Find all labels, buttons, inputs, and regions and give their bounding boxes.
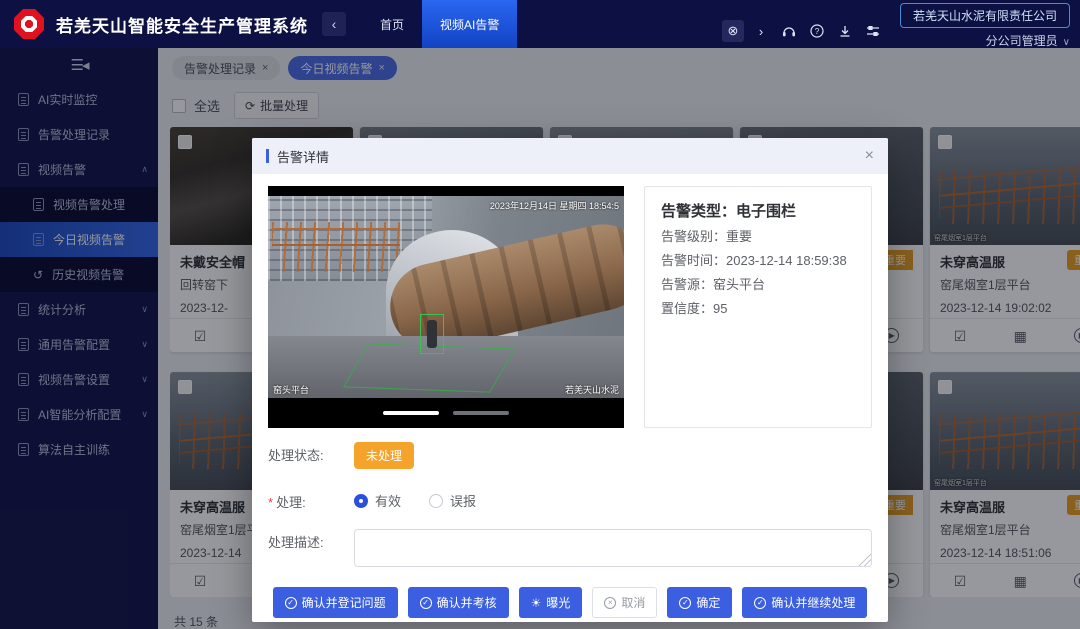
top-nav: 首页视频AI告警	[362, 0, 517, 48]
modal-button-label: 取消	[621, 594, 645, 611]
modal-button[interactable]: ✓ 确认并继续处理	[742, 587, 867, 618]
nav-item[interactable]: 首页	[362, 0, 422, 48]
modal-header: 告警详情 ×	[252, 138, 888, 174]
check-circle-icon: ✓	[754, 597, 766, 609]
modal-button[interactable]: ✓ 确认并考核	[408, 587, 509, 618]
radio-label: 误报	[450, 491, 476, 510]
alarm-snapshot: 2023年12月14日 星期四 18:54:5 窑头平台 若羌天山水泥	[268, 196, 624, 398]
radio-dot-icon	[429, 494, 443, 508]
carousel-dash[interactable]	[453, 411, 509, 415]
modal-button-label: 曝光	[546, 594, 570, 611]
fullscreen-exit-icon[interactable]: ⊗	[722, 20, 744, 42]
cancel-circle-icon: ×	[604, 597, 616, 609]
carousel-dash-active[interactable]	[383, 411, 439, 415]
watermark-label: 若羌天山水泥	[565, 383, 619, 396]
alarm-type-line: 告警类型：电子围栏	[661, 199, 855, 225]
modal-button-label: 确认并登记问题	[302, 594, 386, 611]
filter-icon[interactable]	[862, 20, 884, 42]
status-badge: 未处理	[354, 442, 414, 469]
radio-dot-icon	[354, 494, 368, 508]
header-icon-bar: ⊗ › ?	[722, 20, 884, 42]
check-circle-icon: ✓	[285, 597, 297, 609]
company-selector[interactable]: 若羌天山水泥有限责任公司	[900, 3, 1070, 28]
handle-radio-selected[interactable]: 有效	[354, 491, 401, 510]
user-role-menu[interactable]: 分公司管理员∨	[986, 32, 1070, 49]
close-icon[interactable]: ×	[865, 148, 874, 164]
check-circle-icon: ✓	[420, 597, 432, 609]
top-header: 若羌天山智能安全生产管理系统 ‹ 首页视频AI告警 ⊗ › ? 若羌天山水泥有限…	[0, 0, 1080, 48]
title-accent-bar	[266, 149, 269, 163]
alarm-time-line: 告警时间：2023-12-14 18:59:38	[661, 249, 855, 273]
chevron-down-icon: ∨	[1063, 37, 1070, 48]
modal-button-label: 确认并考核	[437, 594, 497, 611]
headset-icon[interactable]	[778, 20, 800, 42]
alarm-detail-modal: 告警详情 × 2023年12月14日 星期四 18:54:5 窑头平台 若羌天山…	[252, 138, 888, 622]
modal-button[interactable]: ✓ 确定	[667, 587, 732, 618]
alarm-confidence-line: 置信度：95	[661, 297, 855, 321]
alarm-level-line: 告警级别：重要	[661, 225, 855, 249]
modal-button-label: 确定	[696, 594, 720, 611]
svg-text:?: ?	[815, 27, 820, 36]
modal-button[interactable]: × 取消	[592, 587, 657, 618]
nav-collapse-button[interactable]: ‹	[322, 12, 346, 36]
camera-label: 窑头平台	[273, 383, 309, 396]
app-title: 若羌天山智能安全生产管理系统	[56, 12, 308, 37]
help-icon[interactable]: ?	[806, 20, 828, 42]
app-logo-icon	[14, 9, 44, 39]
orange-railing	[272, 222, 400, 272]
modal-button[interactable]: ☀ 曝光	[519, 587, 583, 618]
modal-button-label: 确认并继续处理	[771, 594, 855, 611]
arrow-right-icon[interactable]: ›	[750, 20, 772, 42]
check-circle-icon: ✓	[679, 597, 691, 609]
sun-icon: ☀	[531, 597, 542, 609]
download-icon[interactable]	[834, 20, 856, 42]
alarm-info-panel: 告警类型：电子围栏 告警级别：重要 告警时间：2023-12-14 18:59:…	[644, 186, 872, 428]
desc-label: 处理描述:	[268, 529, 354, 551]
modal-button[interactable]: ✓ 确认并登记问题	[273, 587, 398, 618]
handle-radio-option[interactable]: 误报	[429, 491, 476, 510]
handle-desc-input[interactable]	[354, 529, 872, 567]
carousel-indicators	[268, 398, 624, 428]
handle-radio-group: 有效 误报	[354, 489, 476, 510]
status-label: 处理状态:	[268, 442, 354, 464]
person-bounding-box	[420, 314, 444, 354]
handle-label: *处理:	[268, 489, 354, 511]
alarm-source-line: 告警源：窑头平台	[661, 273, 855, 297]
required-asterisk: *	[268, 495, 273, 510]
modal-button-row: ✓ 确认并登记问题 ✓ 确认并考核 ☀ 曝光 × 取消 ✓ 确定 ✓ 确认并继续处理	[268, 587, 872, 618]
alarm-video-frame: 2023年12月14日 星期四 18:54:5 窑头平台 若羌天山水泥	[268, 186, 624, 428]
video-timestamp: 2023年12月14日 星期四 18:54:5	[490, 199, 619, 212]
modal-title: 告警详情	[277, 147, 329, 166]
radio-label: 有效	[375, 491, 401, 510]
nav-item[interactable]: 视频AI告警	[422, 0, 517, 48]
